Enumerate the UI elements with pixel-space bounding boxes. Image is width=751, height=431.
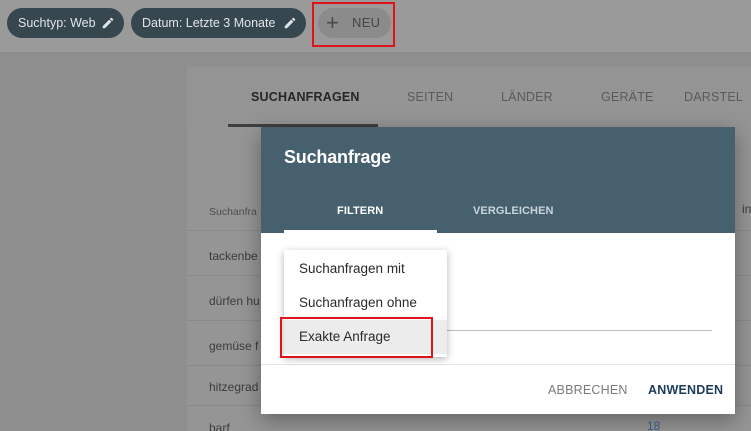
dialog-header: Suchanfrage FILTERN VERGLEICHEN	[261, 127, 735, 233]
active-dialog-tab-indicator	[284, 230, 437, 233]
column-header-queries[interactable]: Suchanfra	[209, 206, 257, 218]
tab-appearance[interactable]: DARSTEL	[684, 90, 743, 104]
cancel-button[interactable]: ABBRECHEN	[548, 383, 628, 397]
table-row[interactable]: gemüse f	[209, 339, 258, 353]
table-row[interactable]: tackenbe	[209, 249, 258, 263]
tab-countries[interactable]: LÄNDER	[501, 90, 553, 104]
tab-queries[interactable]: SUCHANFRAGEN	[251, 90, 360, 104]
option-queries-containing[interactable]: Suchanfragen mit	[284, 252, 447, 286]
dialog-divider	[261, 364, 735, 365]
table-row[interactable]: barf	[209, 421, 230, 431]
date-chip[interactable]: Datum: Letzte 3 Monate	[131, 8, 306, 38]
highlight-new-button	[312, 2, 395, 47]
search-type-label: Suchtyp: Web	[18, 16, 96, 30]
query-input-underline[interactable]	[446, 330, 712, 331]
column-header-right[interactable]: in	[742, 202, 751, 216]
search-type-chip[interactable]: Suchtyp: Web	[7, 8, 124, 38]
row-value: 18	[647, 419, 661, 431]
highlight-exact-query	[280, 317, 433, 358]
option-queries-not-containing[interactable]: Suchanfragen ohne	[284, 286, 447, 320]
tab-compare[interactable]: VERGLEICHEN	[473, 205, 554, 217]
date-label: Datum: Letzte 3 Monate	[142, 16, 276, 30]
table-row[interactable]: dürfen hu	[209, 294, 260, 308]
tab-filter[interactable]: FILTERN	[337, 205, 383, 217]
pencil-icon[interactable]	[101, 16, 115, 30]
apply-button[interactable]: ANWENDEN	[648, 383, 723, 397]
dialog-title: Suchanfrage	[284, 147, 391, 167]
table-row[interactable]: hitzegrad	[209, 380, 258, 394]
pencil-icon[interactable]	[283, 16, 297, 30]
tab-pages[interactable]: SEITEN	[407, 90, 453, 104]
report-tabs: SUCHANFRAGEN SEITEN LÄNDER GERÄTE DARSTE…	[187, 67, 751, 127]
tab-devices[interactable]: GERÄTE	[601, 90, 654, 104]
